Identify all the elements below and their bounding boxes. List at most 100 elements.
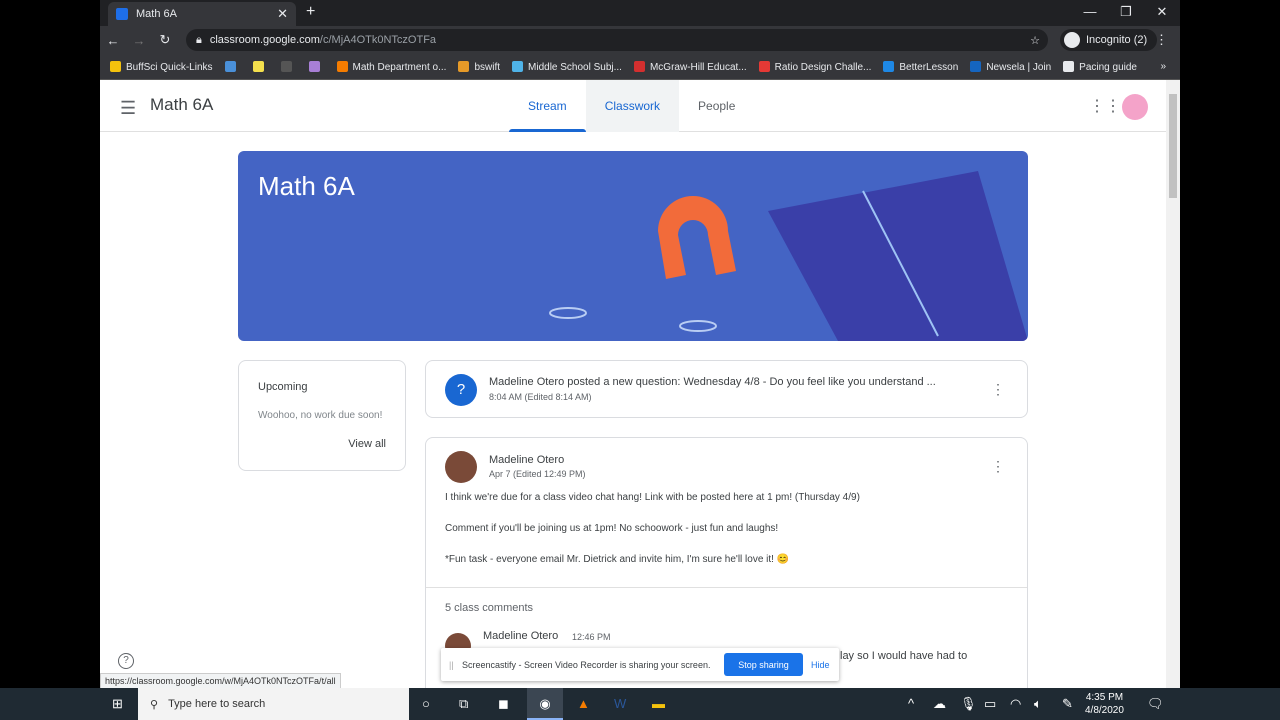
bookmark-favicon-icon [458, 60, 470, 72]
bookmark-favicon-icon [1063, 60, 1075, 72]
bookmark-label: Pacing guide [1079, 61, 1137, 73]
word-icon[interactable]: W [614, 696, 626, 711]
bookmark-star-icon[interactable]: ☆ [1030, 34, 1040, 47]
user-avatar[interactable] [1122, 94, 1148, 120]
microphone-icon[interactable]: 🎙︎ [960, 696, 977, 712]
bookmark-favicon-icon [308, 60, 320, 72]
tab-people[interactable]: People [679, 80, 754, 132]
minimize-button[interactable]: — [1072, 0, 1108, 24]
windows-start-icon[interactable]: ⊞ [112, 696, 123, 712]
bookmark-item[interactable]: Ratio Design Challe... [758, 60, 871, 73]
class-banner: Math 6A [238, 151, 1028, 341]
app-icon[interactable]: ◼ [498, 696, 509, 712]
comment-text: lay so I would have had to [840, 650, 968, 662]
scrollbar[interactable] [1166, 80, 1180, 688]
bookmark-item[interactable] [224, 60, 241, 73]
bookmark-label: McGraw-Hill Educat... [649, 61, 747, 73]
banner-illustration [549, 171, 1028, 341]
clock-time: 4:35 PM [1085, 692, 1124, 703]
tab-stream[interactable]: Stream [509, 80, 586, 132]
pen-icon[interactable]: ✎ [1062, 696, 1073, 712]
post-line: *Fun task - everyone email Mr. Dietrick … [445, 554, 790, 565]
url-path: /c/MjA4OTk0NTczOTFa [319, 34, 437, 46]
bookmark-item[interactable] [308, 60, 325, 73]
bookmark-item[interactable]: BuffSci Quick-Links [110, 60, 213, 73]
bookmark-label: BetterLesson [899, 61, 959, 73]
bookmark-label: Newsela | Join [986, 61, 1052, 73]
restore-button[interactable]: ❐ [1108, 0, 1144, 24]
clock[interactable]: 4:35 PM 4/8/2020 [1085, 691, 1124, 717]
bookmark-favicon-icon [512, 60, 524, 72]
view-all-link[interactable]: View all [348, 438, 386, 450]
bookmark-item[interactable]: bswift [458, 60, 501, 73]
stop-sharing-button[interactable]: Stop sharing [724, 653, 803, 676]
bookmark-item[interactable] [280, 60, 297, 73]
wifi-icon[interactable]: ◠ [1010, 696, 1021, 712]
author-avatar [445, 451, 477, 483]
class-comments-link[interactable]: 5 class comments [445, 602, 533, 614]
upcoming-title: Upcoming [258, 381, 308, 393]
bookmark-label: Math Department o... [352, 61, 447, 73]
new-tab-button[interactable]: + [306, 3, 315, 21]
bookmark-item[interactable]: Middle School Subj... [512, 60, 622, 73]
hide-button[interactable]: Hide [811, 660, 830, 670]
hamburger-menu-icon[interactable]: ☰ [120, 98, 136, 119]
chrome-icon[interactable]: ◉ [527, 688, 563, 720]
upcoming-card: Upcoming Woohoo, no work due soon! View … [238, 360, 406, 471]
browser-menu-icon[interactable]: ⋮ [1155, 32, 1168, 48]
forward-button[interactable]: → [126, 33, 152, 48]
upcoming-empty: Woohoo, no work due soon! [258, 410, 383, 421]
bookmark-favicon-icon [758, 60, 770, 72]
question-post[interactable]: ? Madeline Otero posted a new question: … [425, 360, 1028, 418]
task-view-icon[interactable]: ⧉ [459, 696, 468, 712]
post-line: I think we're due for a class video chat… [445, 492, 860, 503]
file-explorer-icon[interactable]: ▬ [652, 696, 665, 711]
bookmark-favicon-icon [252, 60, 264, 72]
taskbar-search[interactable]: ⚲ Type here to search [138, 688, 409, 720]
drag-handle-icon[interactable]: || [449, 660, 454, 670]
comment-author: Madeline Otero [483, 630, 559, 642]
class-title[interactable]: Math 6A [150, 95, 213, 115]
bookmark-favicon-icon [280, 60, 292, 72]
incognito-icon [1064, 32, 1080, 48]
post-line: Comment if you'll be joining us at 1pm! … [445, 523, 779, 534]
search-placeholder: Type here to search [168, 698, 266, 710]
bookmark-item[interactable]: McGraw-Hill Educat... [633, 60, 747, 73]
incognito-profile-button[interactable]: Incognito (2) [1060, 29, 1158, 51]
bookmark-item[interactable]: BetterLesson [883, 60, 959, 73]
address-bar[interactable]: 🔒︎ classroom.google.com/c/MjA4OTk0NTczOTF… [186, 29, 1048, 51]
classroom-header: ☰ Math 6A Stream Classwork People ⋮⋮⋮ [100, 80, 1166, 132]
browser-tab[interactable]: Math 6A ✕ [108, 2, 296, 26]
back-button[interactable]: ← [100, 33, 126, 48]
more-options-icon[interactable]: ⋮ [991, 458, 1005, 475]
onedrive-icon[interactable]: ☁ [933, 696, 946, 712]
reload-button[interactable]: ↻ [152, 32, 178, 48]
bookmark-item[interactable]: Math Department o... [336, 60, 447, 73]
post-time: 8:04 AM (Edited 8:14 AM) [489, 392, 592, 402]
lock-icon: 🔒︎ [196, 33, 202, 46]
bookmark-item[interactable]: Newsela | Join [970, 60, 1052, 73]
help-icon[interactable]: ? [118, 653, 134, 669]
bookmark-label: Middle School Subj... [528, 61, 622, 73]
vlc-icon[interactable]: ▲ [577, 696, 590, 711]
tab-classwork[interactable]: Classwork [585, 80, 680, 132]
bookmark-item[interactable]: Pacing guide [1063, 60, 1137, 73]
notifications-icon[interactable]: 🗨︎ [1147, 696, 1164, 712]
close-tab-icon[interactable]: ✕ [277, 6, 288, 22]
more-bookmarks-icon[interactable]: » [1160, 61, 1166, 72]
bookmark-label: BuffSci Quick-Links [126, 61, 213, 73]
more-options-icon[interactable]: ⋮ [991, 381, 1005, 398]
volume-icon[interactable]: 🔈︎ [1034, 696, 1042, 712]
battery-icon[interactable]: ▭ [984, 696, 996, 712]
tab-strip: Math 6A ✕ + — ❐ ✕ [100, 0, 1180, 26]
tray-chevron-icon[interactable]: ^ [908, 696, 914, 711]
bookmark-item[interactable] [252, 60, 269, 73]
bookmark-favicon-icon [336, 60, 348, 72]
classroom-favicon-icon [116, 8, 128, 20]
browser-window: Math 6A ✕ + — ❐ ✕ ← → ↻ 🔒︎ classroom.google.co… [100, 0, 1180, 688]
close-window-button[interactable]: ✕ [1144, 0, 1180, 24]
cortana-icon[interactable]: ○ [422, 696, 430, 711]
bookmark-label: bswift [474, 61, 501, 73]
tab-title: Math 6A [136, 8, 177, 20]
bookmark-favicon-icon [970, 60, 982, 72]
